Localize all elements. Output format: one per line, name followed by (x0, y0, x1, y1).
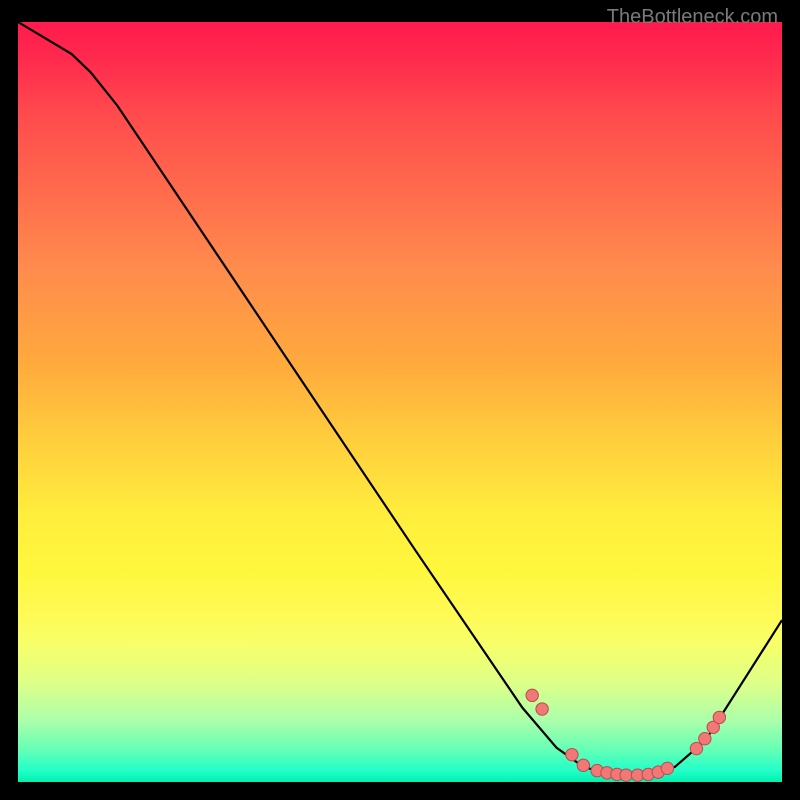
curve-dots (526, 689, 726, 781)
bottleneck-curve (18, 22, 782, 776)
data-point (526, 689, 538, 701)
attribution-text: TheBottleneck.com (607, 6, 778, 29)
data-point (699, 732, 711, 744)
data-point (713, 711, 725, 723)
chart-plot-area (18, 22, 782, 782)
data-point (566, 748, 578, 760)
data-point (577, 759, 589, 771)
chart-svg (18, 22, 782, 782)
data-point (661, 762, 673, 774)
data-point (620, 769, 632, 781)
data-point (536, 703, 548, 715)
data-point (690, 742, 702, 754)
